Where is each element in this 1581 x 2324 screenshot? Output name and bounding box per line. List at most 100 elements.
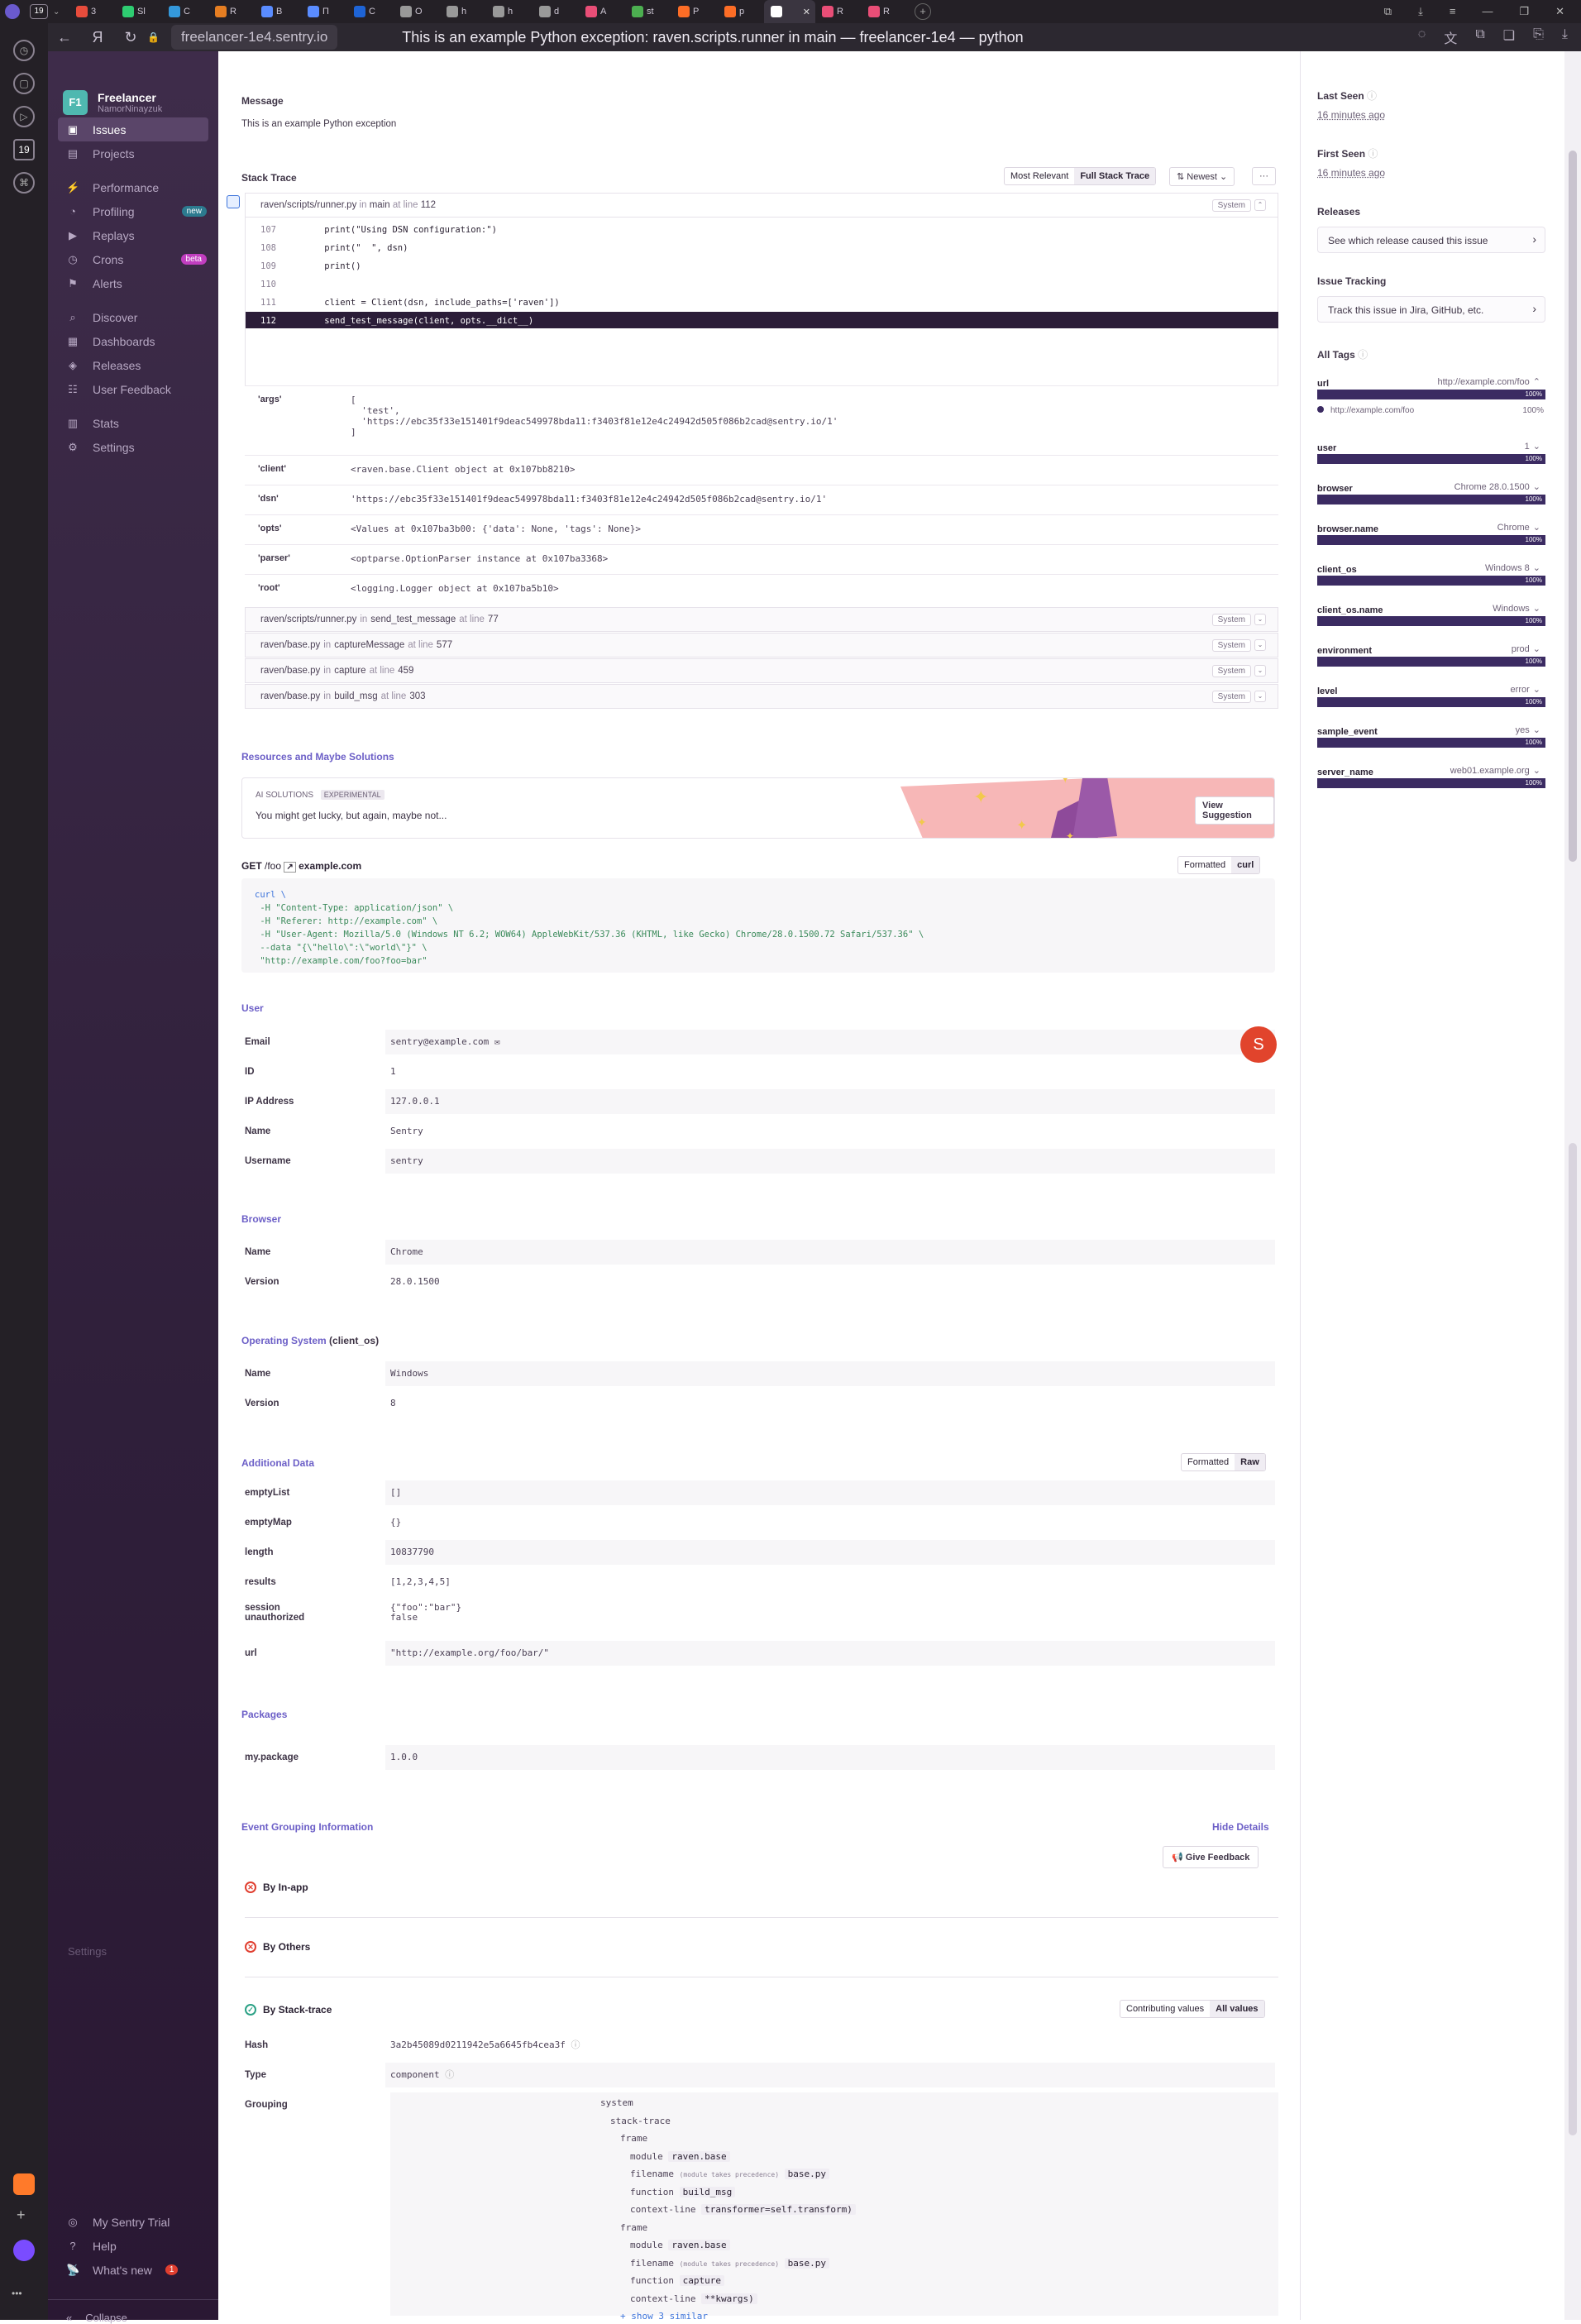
tag-row-user[interactable]: user 1 ⌄ 100% xyxy=(1317,441,1545,467)
yandex-icon[interactable]: Я xyxy=(81,29,114,46)
sidebar-item-alerts[interactable]: ⚑ Alerts xyxy=(48,271,218,295)
contributing-values-button[interactable]: Contributing values xyxy=(1120,2001,1210,2017)
browser-tab[interactable]: П xyxy=(301,0,347,23)
hide-details-link[interactable]: Hide Details xyxy=(1212,1821,1269,1833)
video-icon[interactable]: ▷ xyxy=(13,106,35,127)
give-feedback-button[interactable]: 📢 Give Feedback xyxy=(1163,1846,1259,1868)
group-by-others[interactable]: ✕ By Others xyxy=(245,1941,310,1953)
stack-frame[interactable]: raven/base.py in captureMessage at line 577 S… xyxy=(245,633,1278,658)
extensions-icon[interactable]: ⧉ xyxy=(1475,27,1484,47)
sidebar-bottom-item[interactable]: 📡 What's new 1 xyxy=(48,2258,218,2282)
sidebar-item-releases[interactable]: ◈ Releases xyxy=(48,353,218,377)
browser-tab[interactable]: 3 xyxy=(69,0,116,23)
downloads-icon[interactable]: ⤓ xyxy=(1418,5,1423,18)
stack-frame[interactable]: raven/base.py in build_msg at line 303 System… xyxy=(245,684,1278,709)
sort-dropdown[interactable]: ⇅ Newest ⌄ xyxy=(1169,167,1235,186)
tag-row-client-os-name[interactable]: client_os.name Windows ⌄ 100% xyxy=(1317,603,1545,629)
request-host[interactable]: example.com xyxy=(299,860,361,872)
issue-tracking-button[interactable]: Track this issue in Jira, GitHub, etc. › xyxy=(1317,296,1545,323)
minimize-icon[interactable]: — xyxy=(1482,5,1493,18)
url-field[interactable]: freelancer-1e4.sentry.io xyxy=(170,25,338,50)
expand-frame-icon[interactable]: ⌄ xyxy=(1254,639,1266,651)
sidebar-bottom-item[interactable]: ◎ My Sentry Trial xyxy=(48,2210,218,2234)
history-icon[interactable]: ◷ xyxy=(13,40,35,61)
tag-row-environment[interactable]: environment prod ⌄ 100% xyxy=(1317,643,1545,670)
sidebar-bottom-item[interactable]: ? Help xyxy=(48,2234,218,2258)
request-curl-button[interactable]: curl xyxy=(1231,857,1260,873)
tag-row-browser[interactable]: browser Chrome 28.0.1500 ⌄ 100% xyxy=(1317,481,1545,508)
maximize-icon[interactable]: ❐ xyxy=(1519,5,1529,18)
collapse-button[interactable]: « Collapse xyxy=(48,2299,218,2324)
mail-app-icon[interactable] xyxy=(13,2173,35,2195)
browser-tab[interactable]: R xyxy=(208,0,255,23)
add-panel-icon[interactable]: + xyxy=(17,2207,26,2224)
request-formatted-button[interactable]: Formatted xyxy=(1178,857,1231,873)
sidebar-item-stats[interactable]: ▥ Stats xyxy=(48,411,218,435)
tag-value-row[interactable]: http://example.com/foo 100% xyxy=(1317,406,1545,421)
scrollbar-thumb[interactable] xyxy=(1569,1143,1577,2135)
menu-icon[interactable]: ≡ xyxy=(1450,5,1456,18)
browser-tab[interactable]: R xyxy=(815,0,862,23)
reload-icon[interactable]: ↻ xyxy=(114,29,147,46)
translate-icon[interactable]: 文 xyxy=(1444,27,1457,47)
sidebar-item-profiling[interactable]: ◔ Profiling new xyxy=(48,199,218,223)
browser-logo-icon[interactable] xyxy=(0,0,25,23)
back-icon[interactable]: ← xyxy=(48,29,81,46)
sidebar-item-user-feedback[interactable]: ☷ User Feedback xyxy=(48,377,218,401)
browser-tab[interactable]: d xyxy=(533,0,579,23)
expand-frame-icon[interactable]: ⌄ xyxy=(1254,691,1266,702)
bookmark-icon[interactable]: ❏ xyxy=(1503,27,1515,47)
more-icon[interactable]: ••• xyxy=(12,2288,22,2299)
sidebar-item-issues[interactable]: ▣ Issues xyxy=(58,117,208,141)
sidebar-item-settings[interactable]: ⚙ Settings xyxy=(48,435,218,459)
all-values-button[interactable]: All values xyxy=(1210,2001,1264,2017)
full-stack-trace-button[interactable]: Full Stack Trace xyxy=(1074,168,1156,184)
sidebar-item-dashboards[interactable]: ▦ Dashboards xyxy=(48,329,218,353)
tab-list-chevron-icon[interactable]: ⌄ xyxy=(53,7,69,17)
browser-tab[interactable]: Sl xyxy=(116,0,162,23)
side-badge[interactable]: 19 xyxy=(13,139,35,160)
close-window-icon[interactable]: ✕ xyxy=(1555,5,1564,18)
sidebar-item-crons[interactable]: ◷ Crons beta xyxy=(48,247,218,271)
close-tab-icon[interactable]: ✕ xyxy=(803,7,810,17)
collections-add-icon[interactable]: ⎘ xyxy=(1533,27,1544,47)
collections-icon[interactable]: ▢ xyxy=(13,73,35,94)
bookmarks-icon[interactable]: ⧉ xyxy=(1384,5,1392,18)
org-switcher[interactable]: F1 Freelancer NamorNinayzuk xyxy=(48,51,218,117)
frame-top[interactable]: raven/scripts/runner.py in main at line … xyxy=(245,193,1278,218)
download-icon[interactable]: ⤓ xyxy=(1562,27,1568,47)
browser-tab[interactable]: C xyxy=(162,0,208,23)
additional-raw-button[interactable]: Raw xyxy=(1235,1454,1265,1470)
page-scrollbar[interactable] xyxy=(1564,51,1581,2320)
browser-tab[interactable]: B xyxy=(255,0,301,23)
browser-tab[interactable]: A xyxy=(579,0,625,23)
view-suggestion-button[interactable]: View Suggestion xyxy=(1195,796,1274,825)
stack-frame[interactable]: raven/scripts/runner.py in send_test_messa… xyxy=(245,607,1278,632)
sidebar-item-projects[interactable]: ▤ Projects xyxy=(48,141,218,165)
tag-row-level[interactable]: level error ⌄ 100% xyxy=(1317,684,1545,710)
group-by-inapp[interactable]: ✕ By In-app xyxy=(245,1882,308,1893)
sidebar-item-replays[interactable]: ▶ Replays xyxy=(48,223,218,247)
tag-row-browser-name[interactable]: browser.name Chrome ⌄ 100% xyxy=(1317,522,1545,548)
tag-row-server-name[interactable]: server_name web01.example.org ⌄ 100% xyxy=(1317,765,1545,791)
sidebar-item-discover[interactable]: ⌕ Discover xyxy=(48,305,218,329)
tab-count-badge[interactable]: 19 xyxy=(30,4,48,19)
additional-formatted-button[interactable]: Formatted xyxy=(1182,1454,1235,1470)
browser-tab[interactable]: h xyxy=(486,0,533,23)
external-link-icon[interactable]: ↗ xyxy=(284,862,296,873)
browser-tab[interactable]: h xyxy=(440,0,486,23)
new-tab-icon[interactable]: + xyxy=(915,3,931,20)
browser-tab[interactable]: st xyxy=(625,0,671,23)
browser-tab[interactable]: P xyxy=(671,0,718,23)
browser-tab[interactable]: p xyxy=(718,0,764,23)
expand-frame-icon[interactable]: ⌄ xyxy=(1254,614,1266,625)
most-relevant-button[interactable]: Most Relevant xyxy=(1005,168,1074,184)
browser-tab[interactable]: ✕ xyxy=(764,0,815,23)
grouping-tree-node[interactable]: + show 3 similar xyxy=(620,2311,708,2322)
screenshot-icon[interactable]: ⌘ xyxy=(13,172,35,194)
group-by-stacktrace[interactable]: ✓ By Stack-trace xyxy=(245,2004,332,2016)
chat-icon[interactable]: ◌ xyxy=(1418,27,1426,47)
tag-row-sample-event[interactable]: sample_event yes ⌄ 100% xyxy=(1317,724,1545,751)
tag-row-client-os[interactable]: client_os Windows 8 ⌄ 100% xyxy=(1317,562,1545,589)
more-options-button[interactable]: ··· xyxy=(1252,167,1276,185)
